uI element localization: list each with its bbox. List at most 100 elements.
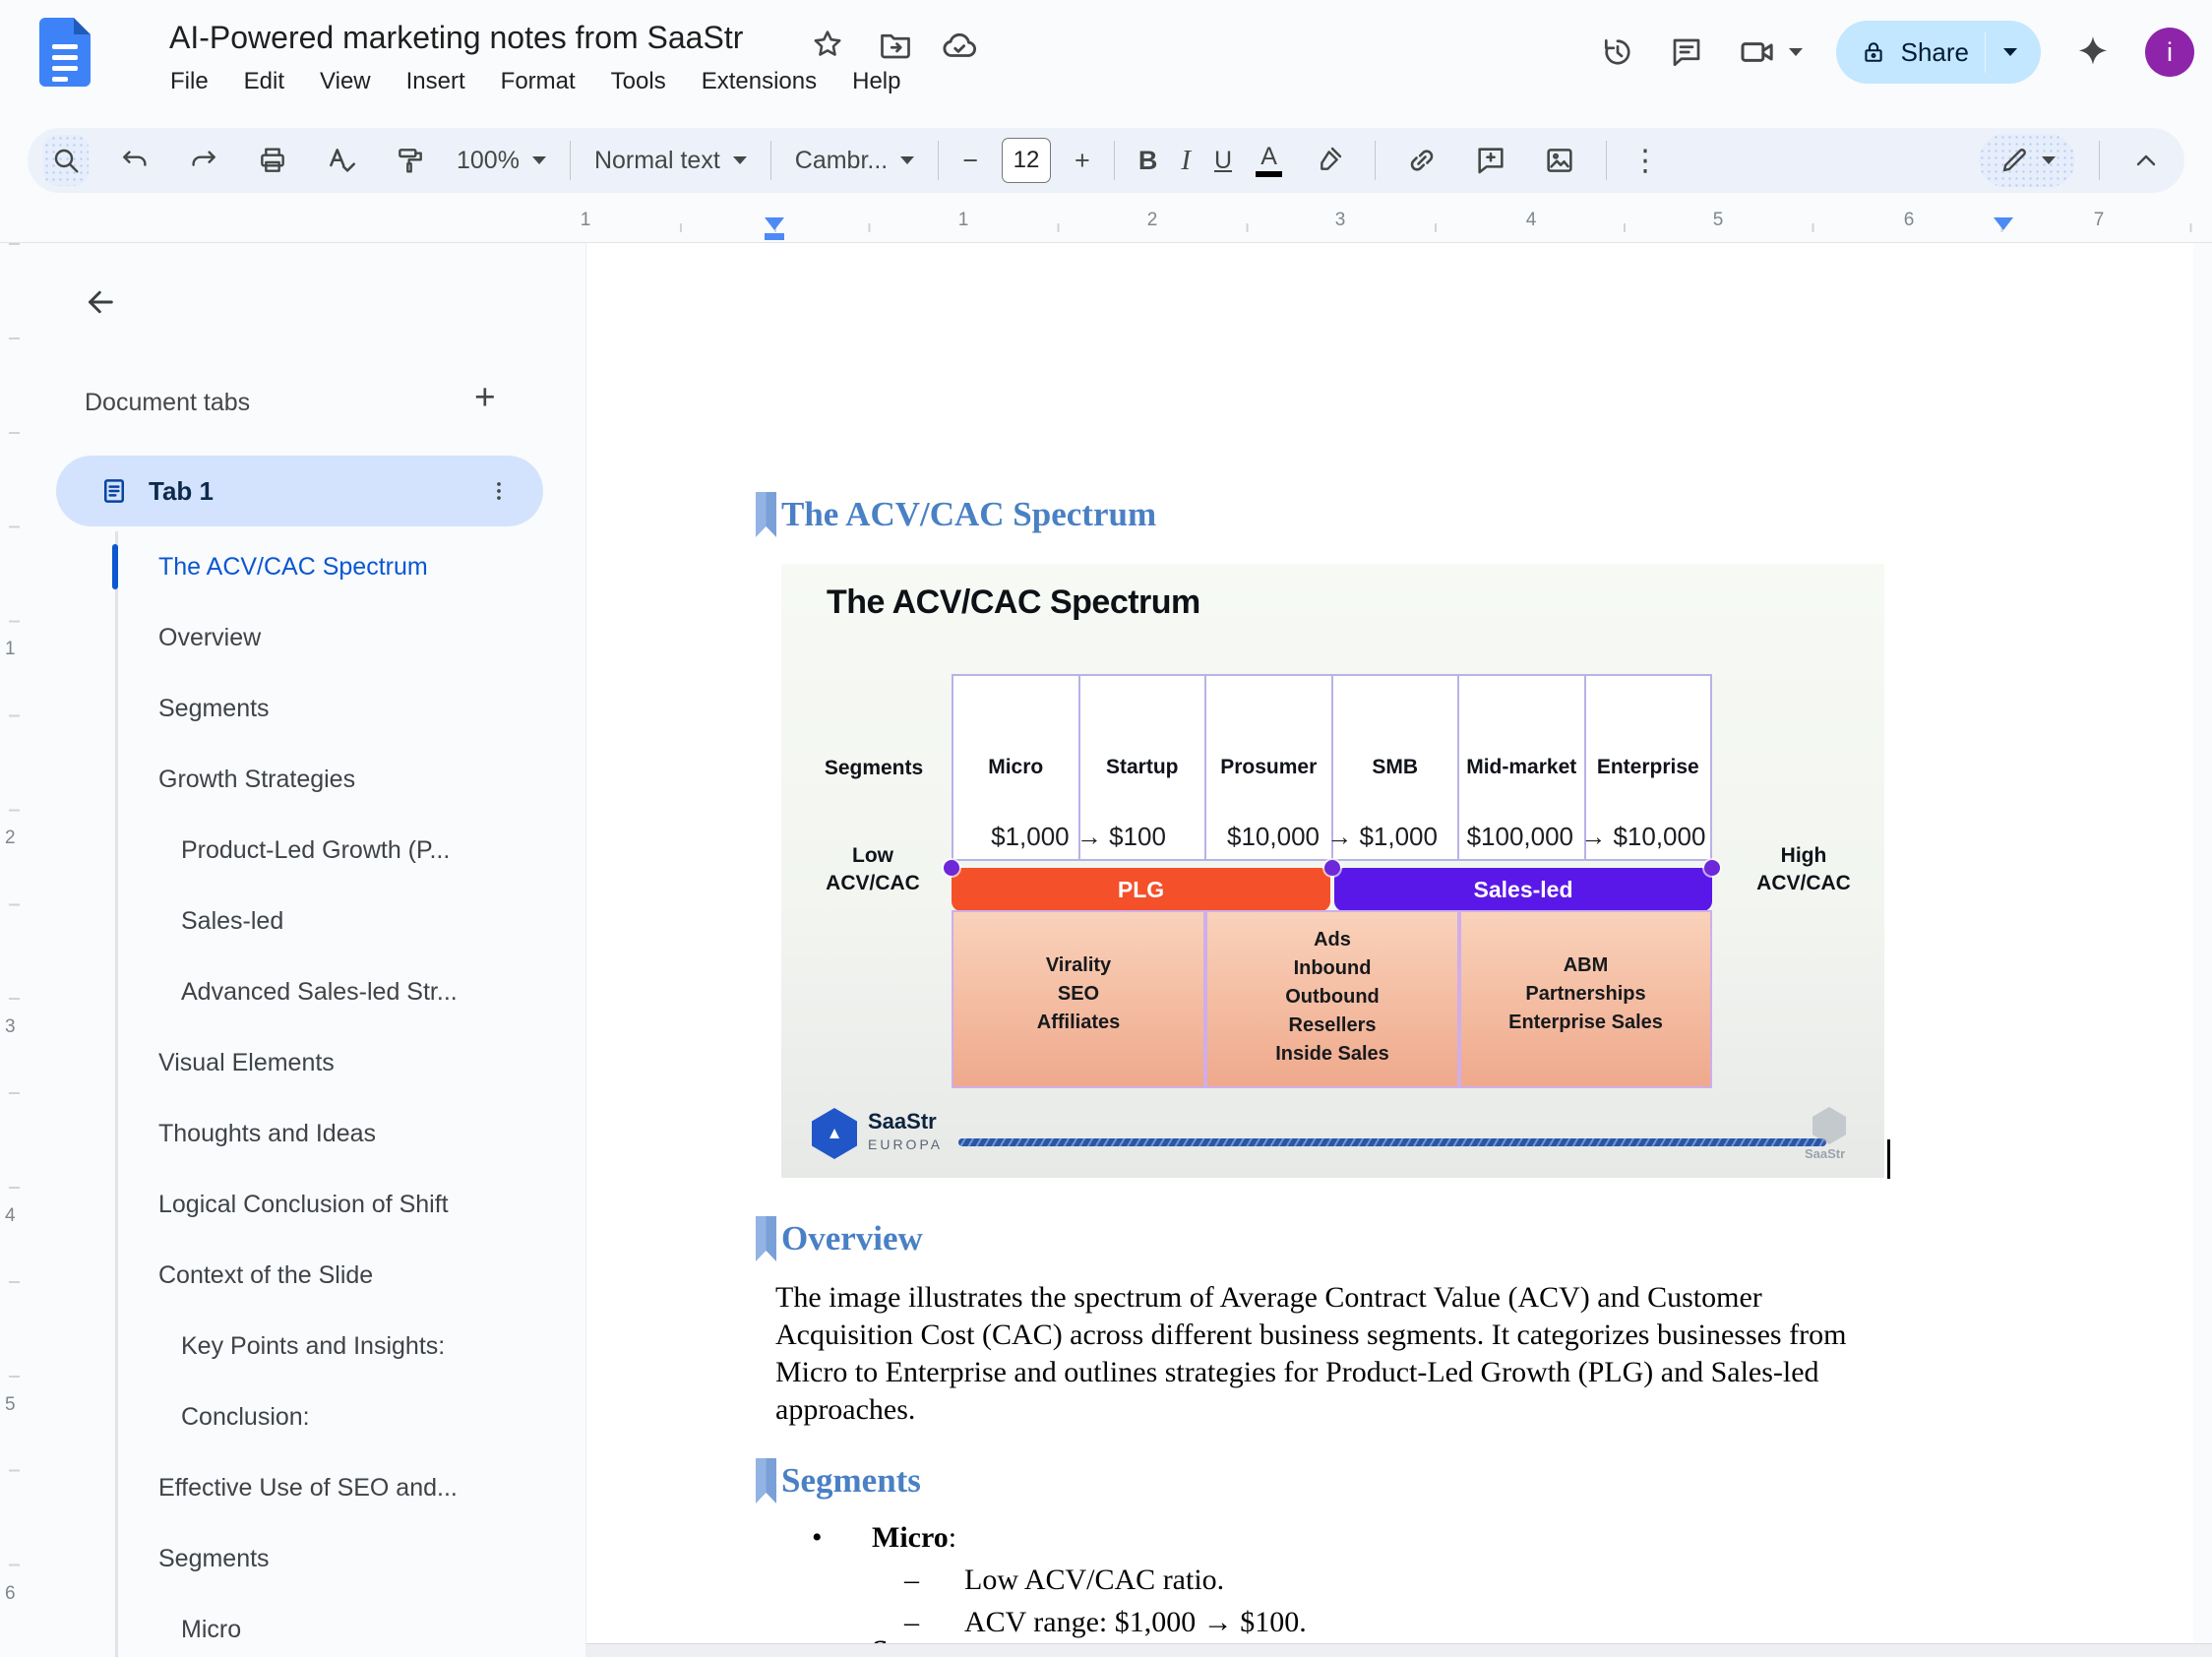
insert-link-icon[interactable] bbox=[1399, 135, 1444, 186]
outline-item[interactable]: Growth Strategies bbox=[0, 744, 585, 815]
embedded-diagram-image[interactable]: The ACV/CAC Spectrum Segments MicroStart… bbox=[781, 564, 1884, 1178]
horizontal-ruler-ticks bbox=[585, 223, 2192, 232]
strategy-box: Virality SEO Affiliates bbox=[952, 910, 1205, 1088]
font-family-select[interactable]: Cambr... bbox=[795, 147, 914, 175]
outline-item[interactable]: Micro bbox=[0, 1594, 585, 1657]
share-button[interactable]: Share bbox=[1836, 21, 2041, 84]
acv-range-value: $1,000 → $100 bbox=[991, 822, 1166, 852]
outline-item[interactable]: Thoughts and Ideas bbox=[0, 1098, 585, 1169]
first-line-indent-marker[interactable] bbox=[765, 233, 784, 240]
insert-image-icon[interactable] bbox=[1537, 135, 1582, 186]
menu-item[interactable]: View bbox=[309, 63, 382, 100]
google-docs-window: AI-Powered marketing notes from SaaStr F… bbox=[0, 0, 2212, 1657]
paragraph-line: approaches. bbox=[775, 1391, 1846, 1429]
bullet-glyph: • bbox=[812, 1521, 823, 1555]
italic-icon[interactable]: I bbox=[1181, 145, 1191, 177]
comments-icon[interactable] bbox=[1669, 34, 1704, 70]
bold-icon[interactable]: B bbox=[1138, 146, 1158, 176]
header-actions: Share i bbox=[1600, 18, 2194, 87]
heading-acv-cac-spectrum[interactable]: The ACV/CAC Spectrum bbox=[756, 492, 1156, 537]
bullet-colon: : bbox=[949, 1521, 956, 1554]
menu-item[interactable]: File bbox=[159, 63, 219, 100]
sub-bullet-text: Low ACV/CAC ratio. bbox=[964, 1564, 1224, 1597]
font-size-decrease[interactable]: − bbox=[962, 146, 978, 176]
highlight-color-icon[interactable] bbox=[1306, 135, 1351, 186]
font-size-increase[interactable]: + bbox=[1075, 146, 1090, 176]
share-divider bbox=[1985, 31, 1986, 73]
menu-bar: File Edit View Insert Format Tools Extensions H… bbox=[159, 63, 911, 100]
undo-icon[interactable] bbox=[112, 135, 157, 186]
outline-item[interactable]: Sales-led bbox=[0, 886, 585, 956]
strategy-box: Ads Inbound Outbound Resellers Inside Sa… bbox=[1205, 910, 1459, 1088]
outline-item[interactable]: Effective Use of SEO and... bbox=[0, 1452, 585, 1523]
menu-item[interactable]: Edit bbox=[233, 63, 295, 100]
outline-item[interactable]: Context of the Slide bbox=[0, 1240, 585, 1311]
menu-item[interactable]: Help bbox=[841, 63, 911, 100]
google-docs-logo[interactable] bbox=[39, 18, 91, 87]
outline-item[interactable]: Key Points and Insights: bbox=[0, 1311, 585, 1381]
cloud-saved-icon[interactable] bbox=[941, 28, 978, 65]
editing-mode-caret bbox=[2042, 156, 2056, 164]
menu-item[interactable]: Extensions bbox=[691, 63, 828, 100]
account-avatar[interactable]: i bbox=[2145, 28, 2194, 77]
menu-item[interactable]: Format bbox=[490, 63, 586, 100]
text-color-swatch bbox=[1256, 171, 1282, 177]
heading-overview[interactable]: Overview bbox=[756, 1216, 923, 1261]
meet-call-button[interactable] bbox=[1738, 32, 1803, 72]
share-dropdown-caret[interactable] bbox=[2003, 48, 2017, 56]
paint-format-icon[interactable] bbox=[388, 135, 433, 186]
low-acv-cac-label: Low ACV/CAC bbox=[804, 842, 942, 897]
outline-item[interactable]: Segments bbox=[0, 1523, 585, 1594]
left-indent-marker[interactable] bbox=[765, 217, 784, 230]
add-tab-button[interactable]: + bbox=[474, 377, 496, 418]
menu-item[interactable]: Insert bbox=[396, 63, 476, 100]
menu-item[interactable]: Tools bbox=[600, 63, 677, 100]
add-comment-icon[interactable] bbox=[1468, 135, 1513, 186]
document-outline: The ACV/CAC SpectrumOverviewSegmentsGrow… bbox=[0, 531, 585, 1657]
ruler-number: 6 bbox=[1899, 208, 1920, 233]
font-size-field[interactable]: 12 bbox=[1002, 138, 1051, 183]
right-indent-marker[interactable] bbox=[1994, 217, 2013, 230]
editing-mode-button[interactable] bbox=[1979, 134, 2075, 187]
print-icon[interactable] bbox=[250, 135, 295, 186]
document-title[interactable]: AI-Powered marketing notes from SaaStr bbox=[169, 20, 743, 56]
redo-icon[interactable] bbox=[181, 135, 226, 186]
paragraph-line: Micro to Enterprise and outlines strateg… bbox=[775, 1354, 1846, 1391]
spellcheck-icon[interactable] bbox=[319, 135, 364, 186]
tab-label: Tab 1 bbox=[149, 476, 214, 507]
heading-text: The ACV/CAC Spectrum bbox=[781, 492, 1156, 537]
tab-1[interactable]: Tab 1 bbox=[56, 456, 543, 526]
search-menus-icon[interactable] bbox=[43, 135, 89, 186]
paragraph-style-select[interactable]: Normal text bbox=[594, 147, 747, 175]
outline-item[interactable]: Segments bbox=[0, 673, 585, 744]
strategy-box: ABM Partnerships Enterprise Sales bbox=[1459, 910, 1712, 1088]
outline-item[interactable]: Product-Led Growth (P... bbox=[0, 815, 585, 886]
ruler-number: 4 bbox=[1521, 208, 1542, 233]
heading-segments[interactable]: Segments bbox=[756, 1458, 921, 1504]
overview-paragraph[interactable]: The image illustrates the spectrum of Av… bbox=[775, 1279, 1846, 1429]
outline-item[interactable]: Overview bbox=[0, 602, 585, 673]
outline-item[interactable]: Visual Elements bbox=[0, 1027, 585, 1098]
tab-options-icon[interactable] bbox=[486, 478, 512, 504]
star-icon[interactable] bbox=[811, 28, 844, 61]
outline-item[interactable]: Advanced Sales-led Str... bbox=[0, 956, 585, 1027]
text-cursor bbox=[1887, 1139, 1890, 1179]
hide-menus-icon[interactable] bbox=[2123, 135, 2169, 186]
close-panel-back-icon[interactable] bbox=[83, 284, 118, 320]
outline-item[interactable]: Conclusion: bbox=[0, 1381, 585, 1452]
text-color-icon[interactable]: A bbox=[1256, 144, 1282, 177]
outline-item[interactable]: Logical Conclusion of Shift bbox=[0, 1169, 585, 1240]
zoom-value: 100% bbox=[457, 147, 520, 175]
toolbar-divider bbox=[1114, 141, 1115, 180]
document-page[interactable]: The ACV/CAC Spectrum The ACV/CAC Spectru… bbox=[585, 243, 2193, 1657]
gemini-sparkle-icon[interactable] bbox=[2074, 33, 2112, 71]
more-options-icon[interactable]: ⋮ bbox=[1630, 144, 1660, 178]
version-history-icon[interactable] bbox=[1600, 34, 1635, 70]
underline-icon[interactable]: U bbox=[1214, 147, 1232, 175]
outline-item[interactable]: The ACV/CAC Spectrum bbox=[0, 531, 585, 602]
diagram-segments-label: Segments bbox=[805, 757, 943, 780]
zoom-select[interactable]: 100% bbox=[457, 147, 546, 175]
toolbar-divider bbox=[2099, 141, 2100, 180]
move-folder-icon[interactable] bbox=[878, 28, 913, 63]
growth-bar: Sales-led bbox=[1334, 868, 1712, 911]
